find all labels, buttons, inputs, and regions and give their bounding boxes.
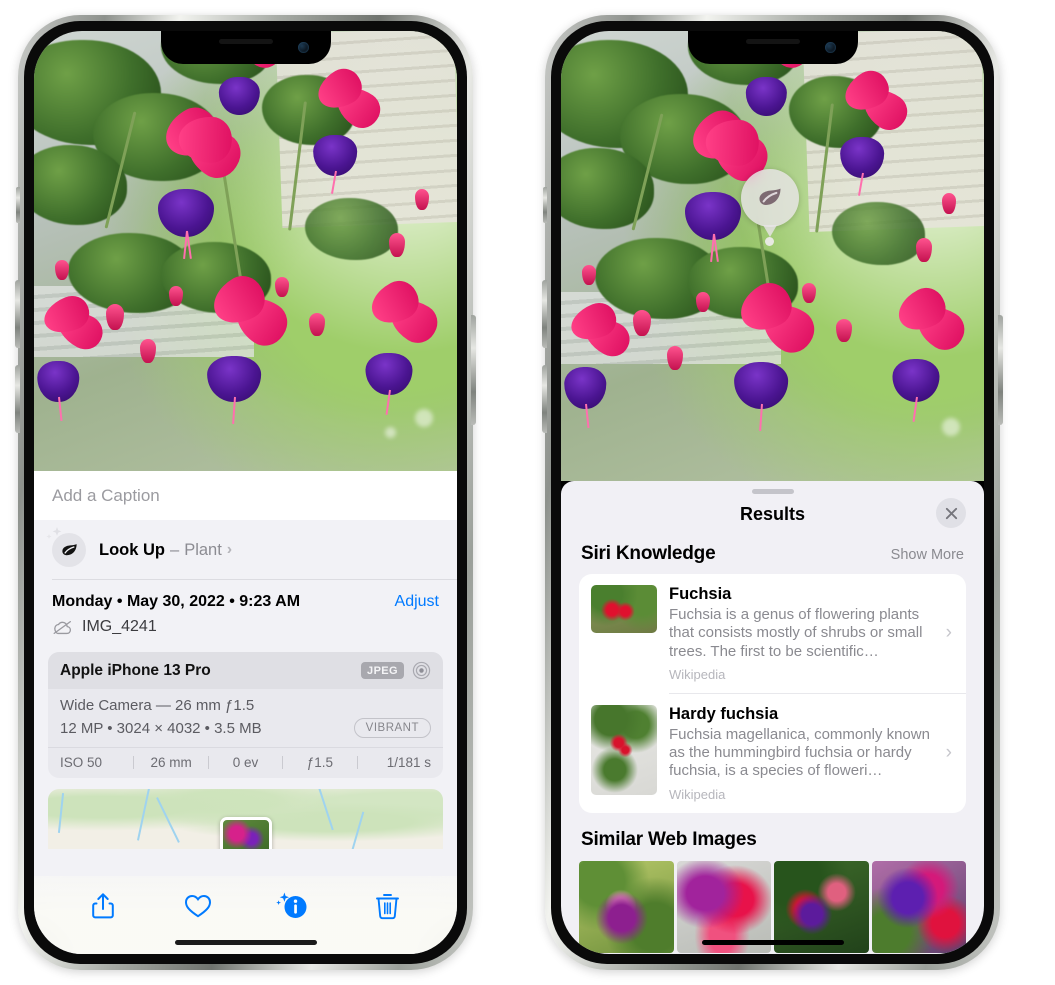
web-image-4[interactable] <box>871 860 966 953</box>
aperture-icon[interactable] <box>412 661 431 680</box>
result-row-fuchsia[interactable]: Fuchsia Fuchsia is a genus of flowering … <box>579 574 966 693</box>
sheet-title: Results <box>739 504 806 524</box>
image-size-info: 12 MP • 3024 × 4032 • 3.5 MB <box>60 719 262 737</box>
cloud-slash-icon <box>53 620 72 634</box>
similar-web-images-header: Similar Web Images <box>561 813 984 851</box>
phone-bezel: Results Siri Knowledge Show More Fuchsia… <box>551 21 994 964</box>
photo-fuchsia-plant[interactable] <box>34 31 457 471</box>
file-name: IMG_4241 <box>82 618 157 635</box>
info-button[interactable] <box>271 886 315 926</box>
look-up-label: Look Up <box>99 540 165 559</box>
caption-input[interactable]: Add a Caption <box>52 486 439 506</box>
photo-pin[interactable] <box>219 817 272 849</box>
earpiece-speaker <box>218 39 273 44</box>
share-button[interactable] <box>81 886 125 926</box>
home-indicator[interactable] <box>174 940 317 945</box>
capture-date: Monday • May 30, 2022 • 9:23 AM <box>52 593 301 610</box>
chevron-right-icon: › <box>945 622 952 644</box>
photo-fuchsia-plant[interactable] <box>561 31 984 481</box>
share-icon <box>92 893 115 919</box>
front-camera <box>297 42 309 53</box>
result-source: Wikipedia <box>669 786 726 802</box>
web-image-2[interactable] <box>676 860 771 953</box>
heart-icon <box>185 894 212 918</box>
leaf-badge <box>46 527 86 567</box>
camera-model: Apple iPhone 13 Pro <box>60 661 211 679</box>
power-button[interactable] <box>471 315 476 425</box>
exif-stat-ev: 0 ev <box>232 755 259 770</box>
home-indicator[interactable] <box>701 940 844 945</box>
exif-stat-shutter: 1/181 s <box>386 755 432 770</box>
result-title: Hardy fuchsia <box>669 704 779 723</box>
siri-knowledge-header: Siri Knowledge Show More <box>561 539 984 574</box>
close-icon <box>945 507 957 519</box>
result-description: Fuchsia is a genus of flowering plants t… <box>669 606 923 660</box>
siri-knowledge-card: Fuchsia Fuchsia is a genus of flowering … <box>579 574 966 813</box>
format-badge: JPEG <box>361 662 404 679</box>
notch <box>687 31 858 64</box>
volume-up-button[interactable] <box>542 280 547 348</box>
result-row-hardy-fuchsia[interactable]: Hardy fuchsia Fuchsia magellanica, commo… <box>579 694 966 813</box>
web-image-1[interactable] <box>579 860 674 953</box>
chevron-right-icon: › <box>945 742 952 764</box>
left-screen: Add a Caption Look Up – Plant › Monday •… <box>34 31 457 954</box>
silence-switch[interactable] <box>16 187 20 223</box>
earpiece-speaker <box>745 39 800 44</box>
badge-anchor-dot <box>765 237 774 246</box>
look-up-label-group: Look Up – Plant › <box>99 541 232 560</box>
exif-card[interactable]: Apple iPhone 13 Pro JPEG Wide Camera — 2… <box>48 652 443 778</box>
phone-bezel: Add a Caption Look Up – Plant › Monday •… <box>24 21 467 964</box>
silence-switch[interactable] <box>543 187 547 223</box>
right-screen: Results Siri Knowledge Show More Fuchsia… <box>561 31 984 954</box>
favorite-button[interactable] <box>176 886 220 926</box>
exif-stat-iso: ISO 50 <box>60 755 103 770</box>
visual-look-up-badge[interactable] <box>741 169 799 227</box>
sparkles-icon <box>46 527 62 539</box>
lens-info: Wide Camera — 26 mm ƒ1.5 <box>60 697 255 714</box>
notch <box>160 31 331 64</box>
result-thumbnail <box>591 585 657 633</box>
location-map[interactable] <box>48 789 443 849</box>
siri-knowledge-title: Siri Knowledge <box>581 543 716 564</box>
front-camera <box>824 42 836 53</box>
similar-web-images-title: Similar Web Images <box>581 828 757 850</box>
result-source: Wikipedia <box>669 666 726 682</box>
trash-icon <box>376 894 400 920</box>
look-up-dash: – <box>170 540 180 559</box>
similar-web-images-strip[interactable] <box>561 860 984 953</box>
screenshot-stage: Add a Caption Look Up – Plant › Monday •… <box>0 0 1055 985</box>
exif-stat-focal: 26 mm <box>150 755 192 770</box>
sheet-header: Results <box>561 494 984 539</box>
show-more-button[interactable]: Show More <box>891 547 964 563</box>
close-button[interactable] <box>936 498 966 528</box>
right-phone: Results Siri Knowledge Show More Fuchsia… <box>542 15 1003 970</box>
look-up-row[interactable]: Look Up – Plant › <box>34 520 457 579</box>
result-title: Fuchsia <box>669 585 732 603</box>
volume-up-button[interactable] <box>15 280 20 348</box>
date-block: Monday • May 30, 2022 • 9:23 AM Adjust I… <box>34 580 457 646</box>
left-phone: Add a Caption Look Up – Plant › Monday •… <box>15 15 476 970</box>
result-description: Fuchsia magellanica, commonly known as t… <box>669 725 930 780</box>
exif-stats-row: ISO 50 26 mm 0 ev ƒ1.5 1/181 s <box>48 747 443 778</box>
result-thumbnail <box>591 704 657 795</box>
info-sparkle-icon <box>276 892 307 918</box>
volume-down-button[interactable] <box>15 365 20 433</box>
delete-button[interactable] <box>366 886 410 926</box>
look-up-category: Plant <box>184 540 222 559</box>
caption-row[interactable]: Add a Caption <box>34 471 457 520</box>
results-sheet: Results Siri Knowledge Show More Fuchsia… <box>561 481 984 954</box>
photographic-style-badge: VIBRANT <box>353 718 431 738</box>
adjust-button[interactable]: Adjust <box>395 593 439 611</box>
exif-header: Apple iPhone 13 Pro JPEG <box>48 652 443 689</box>
chevron-right-icon: › <box>226 541 233 558</box>
exif-body: Wide Camera — 26 mm ƒ1.5 12 MP • 3024 × … <box>48 689 443 747</box>
web-image-3[interactable] <box>774 860 869 953</box>
volume-down-button[interactable] <box>542 365 547 433</box>
power-button[interactable] <box>998 315 1003 425</box>
exif-stat-aperture: ƒ1.5 <box>306 755 334 770</box>
leaf-icon <box>759 188 781 205</box>
